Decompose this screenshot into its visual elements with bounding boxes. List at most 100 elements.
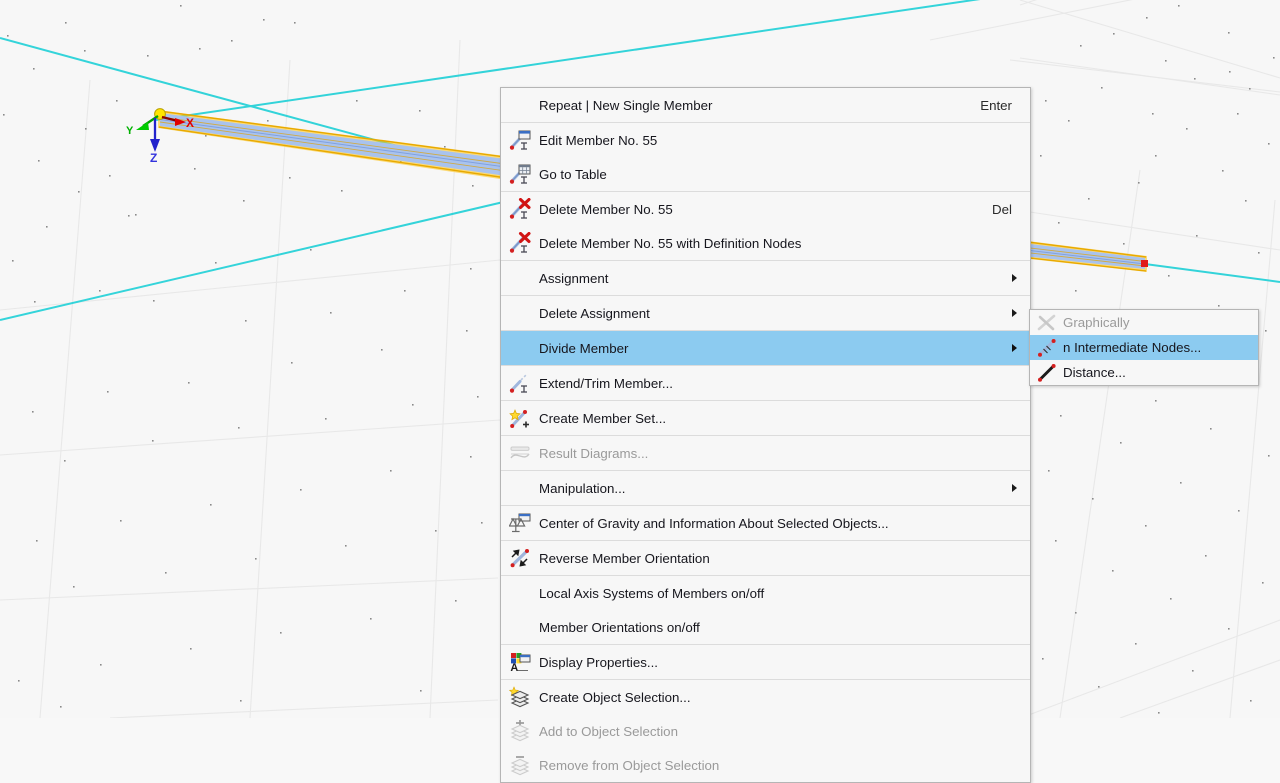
divide-member-submenu[interactable]: Graphically n Intermediate Nodes... Dist… bbox=[1029, 309, 1259, 386]
menu-item-distance[interactable]: Distance... bbox=[1030, 360, 1258, 385]
member-set-icon bbox=[509, 407, 531, 429]
delete-member-icon bbox=[509, 232, 531, 254]
edit-member-icon bbox=[501, 123, 539, 157]
result-diagram-icon bbox=[509, 442, 531, 464]
remove-selection-icon bbox=[501, 748, 539, 782]
menu-item-label: Remove from Object Selection bbox=[539, 758, 1030, 773]
extend-trim-icon bbox=[501, 366, 539, 400]
menu-item-icon-placeholder bbox=[501, 261, 539, 295]
axis-label-y: Y bbox=[126, 125, 134, 137]
submenu-arrow-icon bbox=[1012, 344, 1017, 352]
menu-item-label: Reverse Member Orientation bbox=[539, 551, 1030, 566]
scales-icon bbox=[509, 512, 531, 534]
axis-label-z: Z bbox=[150, 151, 157, 165]
menu-item-label: Create Member Set... bbox=[539, 411, 1030, 426]
menu-item-create-member-set[interactable]: Create Member Set... bbox=[501, 401, 1030, 435]
menu-item-add-to-object-selection: Add to Object Selection bbox=[501, 714, 1030, 748]
menu-item-go-to-table[interactable]: Go to Table bbox=[501, 157, 1030, 191]
menu-item-label: Result Diagrams... bbox=[539, 446, 1030, 461]
menu-item-divide-member[interactable]: Divide Member bbox=[501, 331, 1030, 365]
menu-item-label: Delete Member No. 55 bbox=[539, 202, 992, 217]
menu-item-delete-member-with-nodes[interactable]: Delete Member No. 55 with Definition Nod… bbox=[501, 226, 1030, 260]
reverse-icon bbox=[509, 547, 531, 569]
menu-item-icon-placeholder bbox=[501, 471, 539, 505]
remove-selection-icon bbox=[509, 754, 531, 776]
axis-label-x: X bbox=[186, 116, 194, 130]
menu-item-label: Divide Member bbox=[539, 341, 1030, 356]
menu-item-center-of-gravity[interactable]: Center of Gravity and Information About … bbox=[501, 506, 1030, 540]
menu-item-label: Edit Member No. 55 bbox=[539, 133, 1030, 148]
menu-item-shortcut: Del bbox=[992, 202, 1030, 217]
menu-item-label: Create Object Selection... bbox=[539, 690, 1030, 705]
menu-item-icon-placeholder bbox=[501, 88, 539, 122]
create-selection-icon bbox=[501, 680, 539, 714]
submenu-arrow-icon bbox=[1012, 309, 1017, 317]
display-properties-icon: A bbox=[509, 651, 531, 673]
table-icon bbox=[509, 163, 531, 185]
scales-icon bbox=[501, 506, 539, 540]
menu-item-icon-placeholder bbox=[501, 610, 539, 644]
menu-item-assignment[interactable]: Assignment bbox=[501, 261, 1030, 295]
menu-item-label: Display Properties... bbox=[539, 655, 1030, 670]
edit-member-icon bbox=[509, 129, 531, 151]
display-properties-icon: A bbox=[501, 645, 539, 679]
menu-item-extend-trim-member[interactable]: Extend/Trim Member... bbox=[501, 366, 1030, 400]
menu-item-label: Local Axis Systems of Members on/off bbox=[539, 586, 1030, 601]
create-selection-icon bbox=[509, 686, 531, 708]
member-set-icon bbox=[501, 401, 539, 435]
menu-item-delete-member[interactable]: Delete Member No. 55Del bbox=[501, 192, 1030, 226]
add-selection-icon bbox=[501, 714, 539, 748]
add-selection-icon bbox=[509, 720, 531, 742]
submenu-arrow-icon bbox=[1012, 484, 1017, 492]
menu-item-label: Delete Member No. 55 with Definition Nod… bbox=[539, 236, 1030, 251]
divide-graphically-icon bbox=[1030, 310, 1063, 335]
menu-item-display-properties[interactable]: A Display Properties... bbox=[501, 645, 1030, 679]
member-55-right-segment bbox=[1012, 239, 1148, 272]
member-end-node bbox=[1141, 260, 1148, 267]
member-55-left-segment bbox=[158, 110, 520, 182]
divide-graphically-icon bbox=[1036, 312, 1058, 334]
menu-item-icon-placeholder bbox=[501, 331, 539, 365]
menu-item-shortcut: Enter bbox=[980, 98, 1030, 113]
delete-member-icon bbox=[501, 226, 539, 260]
menu-item-label: Member Orientations on/off bbox=[539, 620, 1030, 635]
menu-item-member-orientations-toggle[interactable]: Member Orientations on/off bbox=[501, 610, 1030, 644]
menu-item-local-axis-systems-toggle[interactable]: Local Axis Systems of Members on/off bbox=[501, 576, 1030, 610]
divide-distance-icon bbox=[1030, 360, 1063, 385]
divide-nodes-icon bbox=[1030, 335, 1063, 360]
menu-item-label: Extend/Trim Member... bbox=[539, 376, 1030, 391]
menu-item-n-intermediate-nodes[interactable]: n Intermediate Nodes... bbox=[1030, 335, 1258, 360]
menu-item-label: n Intermediate Nodes... bbox=[1063, 340, 1258, 355]
svg-text:A: A bbox=[510, 662, 518, 673]
member-context-menu[interactable]: Repeat | New Single MemberEnter Edit Mem… bbox=[500, 87, 1031, 783]
menu-item-label: Go to Table bbox=[539, 167, 1030, 182]
menu-item-icon-placeholder bbox=[501, 576, 539, 610]
menu-item-create-object-selection[interactable]: Create Object Selection... bbox=[501, 680, 1030, 714]
menu-item-label: Delete Assignment bbox=[539, 306, 1030, 321]
menu-item-delete-assignment[interactable]: Delete Assignment bbox=[501, 296, 1030, 330]
divide-nodes-icon bbox=[1036, 337, 1058, 359]
menu-item-remove-from-object-selection: Remove from Object Selection bbox=[501, 748, 1030, 782]
delete-member-icon bbox=[509, 198, 531, 220]
result-diagram-icon bbox=[501, 436, 539, 470]
table-icon bbox=[501, 157, 539, 191]
menu-item-label: Assignment bbox=[539, 271, 1030, 286]
menu-item-icon-placeholder bbox=[501, 296, 539, 330]
menu-item-label: Repeat | New Single Member bbox=[539, 98, 980, 113]
menu-item-graphically: Graphically bbox=[1030, 310, 1258, 335]
menu-item-edit-member[interactable]: Edit Member No. 55 bbox=[501, 123, 1030, 157]
menu-item-label: Add to Object Selection bbox=[539, 724, 1030, 739]
menu-item-label: Graphically bbox=[1063, 315, 1258, 330]
menu-item-label: Distance... bbox=[1063, 365, 1258, 380]
menu-item-repeat-new-single-member[interactable]: Repeat | New Single MemberEnter bbox=[501, 88, 1030, 122]
delete-member-icon bbox=[501, 192, 539, 226]
menu-item-result-diagrams: Result Diagrams... bbox=[501, 436, 1030, 470]
reverse-icon bbox=[501, 541, 539, 575]
extend-trim-icon bbox=[509, 372, 531, 394]
divide-distance-icon bbox=[1036, 362, 1058, 384]
submenu-arrow-icon bbox=[1012, 274, 1017, 282]
menu-item-reverse-member-orientation[interactable]: Reverse Member Orientation bbox=[501, 541, 1030, 575]
menu-item-label: Manipulation... bbox=[539, 481, 1030, 496]
menu-item-manipulation[interactable]: Manipulation... bbox=[501, 471, 1030, 505]
menu-item-label: Center of Gravity and Information About … bbox=[539, 516, 1030, 531]
